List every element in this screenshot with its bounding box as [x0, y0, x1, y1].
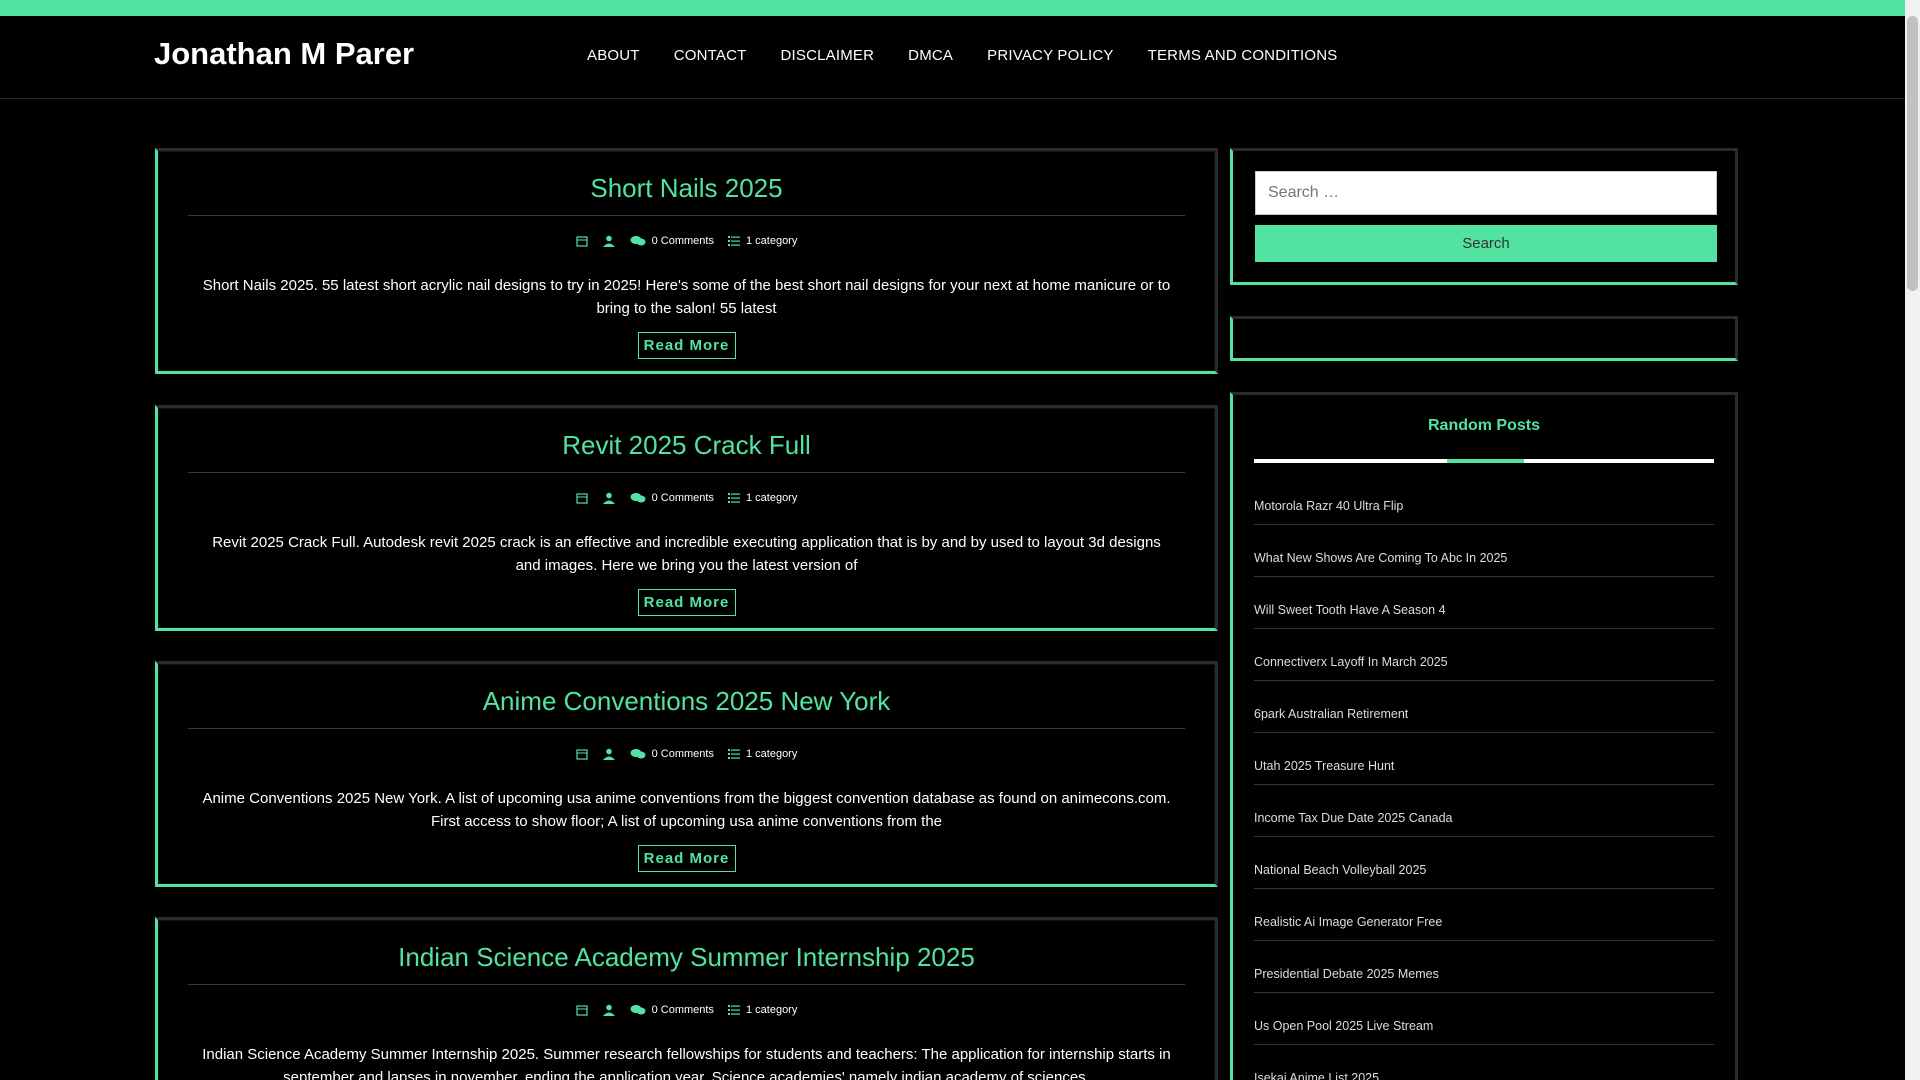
post-meta: 0 Comments 1 category [158, 747, 1215, 761]
title-divider [188, 728, 1185, 729]
date-meta[interactable] [576, 748, 588, 760]
user-icon [602, 235, 615, 247]
random-post-link[interactable]: Connectiverx Layoff In March 2025 [1254, 629, 1714, 681]
calendar-icon [576, 493, 588, 504]
comments-icon [630, 236, 646, 246]
nav-privacy-policy[interactable]: PRIVACY POLICY [970, 47, 1130, 64]
category-meta[interactable]: 1 category [727, 492, 798, 504]
random-post-link[interactable]: Will Sweet Tooth Have A Season 4 [1254, 577, 1714, 629]
category-meta[interactable]: 1 category [727, 748, 798, 760]
nav-dmca[interactable]: DMCA [891, 47, 970, 64]
category-label: 1 category [745, 1004, 798, 1016]
random-posts-widget: Random Posts Motorola Razr 40 Ultra Flip… [1230, 392, 1738, 1080]
random-post-link[interactable]: Motorola Razr 40 Ultra Flip [1254, 473, 1714, 525]
category-label: 1 category [745, 748, 798, 760]
random-post-link[interactable]: What New Shows Are Coming To Abc In 2025 [1254, 525, 1714, 577]
list-icon [727, 749, 740, 759]
comments-meta[interactable]: 0 Comments [630, 235, 714, 247]
author-meta[interactable] [602, 235, 616, 247]
title-divider [188, 215, 1185, 216]
comments-icon [630, 749, 646, 759]
date-meta[interactable] [576, 1004, 588, 1016]
search-widget: Search … Search [1230, 148, 1738, 285]
post-meta: 0 Comments 1 category [158, 491, 1215, 505]
calendar-icon [576, 749, 588, 760]
comments-count: 0 Comments [651, 1004, 714, 1016]
author-meta[interactable] [602, 1004, 616, 1016]
post-excerpt: Revit 2025 Crack Full. Autodesk revit 20… [212, 534, 1161, 574]
random-posts-divider [1254, 459, 1714, 463]
post-excerpt: Anime Conventions 2025 New York. A list … [202, 790, 1171, 830]
post-card: Revit 2025 Crack Full 0 Comments 1 categ… [155, 405, 1218, 631]
read-more-button[interactable]: Read More [637, 589, 736, 616]
post-title[interactable]: Anime Conventions 2025 New York [158, 686, 1215, 722]
top-accent-bar [0, 0, 1905, 16]
random-post-link[interactable]: National Beach Volleyball 2025 [1254, 837, 1714, 889]
random-posts-list: Motorola Razr 40 Ultra Flip What New Sho… [1254, 473, 1714, 1080]
post-meta: 0 Comments 1 category [158, 1003, 1215, 1017]
random-post-link[interactable]: Isekai Anime List 2025 [1254, 1045, 1714, 1080]
nav-about[interactable]: ABOUT [570, 47, 657, 64]
post-meta: 0 Comments 1 category [158, 234, 1215, 248]
list-icon [727, 493, 740, 503]
comments-count: 0 Comments [651, 492, 714, 504]
category-meta[interactable]: 1 category [727, 235, 798, 247]
post-excerpt: Short Nails 2025. 55 latest short acryli… [202, 277, 1171, 317]
date-meta[interactable] [576, 492, 588, 504]
random-post-link[interactable]: 6park Australian Retirement [1254, 681, 1714, 733]
list-icon [727, 236, 740, 246]
site-header: Jonathan M Parer ABOUT CONTACT DISCLAIME… [0, 16, 1905, 99]
nav-contact[interactable]: CONTACT [657, 47, 764, 64]
read-more-button[interactable]: Read More [637, 332, 736, 359]
title-divider [188, 472, 1185, 473]
comments-icon [630, 493, 646, 503]
comments-meta[interactable]: 0 Comments [630, 748, 714, 760]
random-post-link[interactable]: Income Tax Due Date 2025 Canada [1254, 785, 1714, 837]
empty-widget [1230, 316, 1738, 361]
calendar-icon [576, 1005, 588, 1016]
comments-meta[interactable]: 0 Comments [630, 1004, 714, 1016]
post-card: Indian Science Academy Summer Internship… [155, 917, 1218, 1080]
page-scrollbar[interactable] [1905, 0, 1920, 1080]
scrollbar-thumb[interactable] [1907, 16, 1918, 291]
random-post-link[interactable]: Presidential Debate 2025 Memes [1254, 941, 1714, 993]
comments-count: 0 Comments [651, 748, 714, 760]
post-excerpt: Indian Science Academy Summer Internship… [202, 1046, 1171, 1080]
user-icon [602, 492, 615, 504]
read-more-button[interactable]: Read More [637, 845, 736, 872]
random-post-link[interactable]: Us Open Pool 2025 Live Stream [1254, 993, 1714, 1045]
nav-terms[interactable]: TERMS AND CONDITIONS [1131, 47, 1355, 64]
main-nav: ABOUT CONTACT DISCLAIMER DMCA PRIVACY PO… [570, 47, 1354, 64]
random-posts-title: Random Posts [1427, 417, 1540, 434]
random-post-link[interactable]: Utah 2025 Treasure Hunt [1254, 733, 1714, 785]
user-icon [602, 748, 615, 760]
category-label: 1 category [745, 235, 798, 247]
search-input[interactable]: Search … [1255, 171, 1717, 215]
user-icon [602, 1004, 615, 1016]
post-title[interactable]: Revit 2025 Crack Full [158, 430, 1215, 466]
calendar-icon [576, 236, 588, 247]
comments-icon [630, 1005, 646, 1015]
comments-meta[interactable]: 0 Comments [630, 492, 714, 504]
comments-count: 0 Comments [651, 235, 714, 247]
site-title[interactable]: Jonathan M Parer [154, 36, 414, 72]
post-card: Short Nails 2025 0 Comments 1 category S… [155, 148, 1218, 374]
list-icon [727, 1005, 740, 1015]
nav-disclaimer[interactable]: DISCLAIMER [763, 47, 891, 64]
author-meta[interactable] [602, 492, 616, 504]
date-meta[interactable] [576, 235, 588, 247]
category-meta[interactable]: 1 category [727, 1004, 798, 1016]
post-title[interactable]: Short Nails 2025 [158, 173, 1215, 209]
author-meta[interactable] [602, 748, 616, 760]
title-divider [188, 984, 1185, 985]
search-button[interactable]: Search [1255, 225, 1717, 262]
random-post-link[interactable]: Realistic Ai Image Generator Free [1254, 889, 1714, 941]
divider-accent [1447, 459, 1524, 463]
category-label: 1 category [745, 492, 798, 504]
post-title[interactable]: Indian Science Academy Summer Internship… [158, 942, 1215, 978]
post-card: Anime Conventions 2025 New York 0 Commen… [155, 661, 1218, 887]
